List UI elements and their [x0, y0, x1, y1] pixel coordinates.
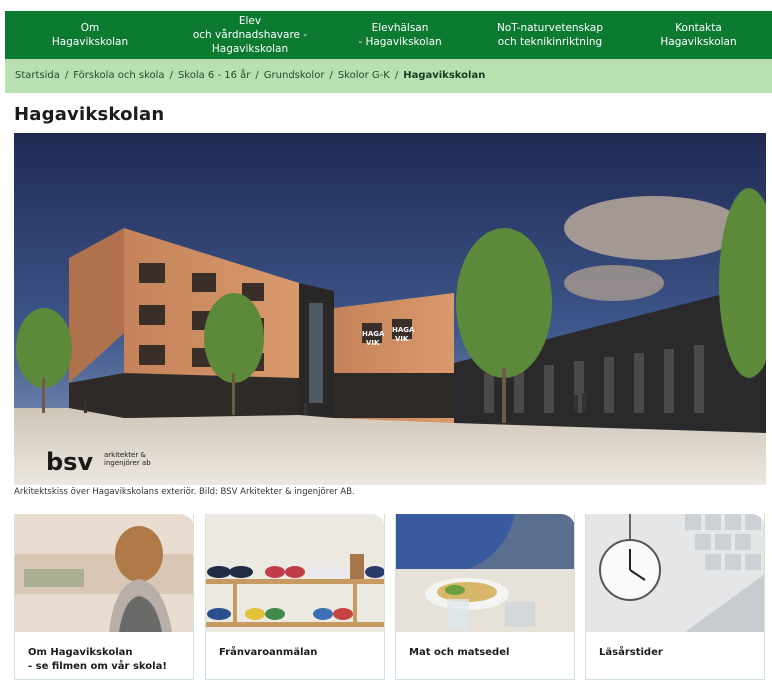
image-caption: Arkitektskiss över Hagavikskolans exteri…: [14, 487, 355, 497]
breadcrumb: Startsida / Förskola och skola / Skola 6 - 1…: [15, 70, 485, 81]
card-image-shoes: [205, 514, 385, 632]
breadcrumb-bar: Startsida / Förskola och skola / Skola 6 - 1…: [5, 59, 772, 93]
card-body: Läsårstider: [585, 632, 765, 680]
building-sign-vik: VIK: [366, 339, 380, 347]
page-title: Hagavikskolan: [14, 104, 165, 125]
card-image-meal: [395, 514, 575, 632]
card-om-hagavikskolan[interactable]: Om Hagavikskolan - se filmen om vår skol…: [14, 514, 194, 680]
breadcrumb-item-startsida[interactable]: Startsida: [15, 70, 60, 81]
card-title: Mat och matsedel: [409, 647, 510, 658]
breadcrumb-item-grundskolor[interactable]: Grundskolor: [264, 70, 325, 81]
main-navigation: Om Hagavikskolan Elev och vårdnadshavare…: [5, 11, 772, 59]
card-title: Om Hagavikskolan - se filmen om vår skol…: [28, 647, 167, 672]
nav-item-not-naturvetenskap[interactable]: NoT-naturvetenskap och teknikinriktning: [475, 11, 625, 59]
card-title: Läsårstider: [599, 647, 663, 658]
card-mat-och-matsedel[interactable]: Mat och matsedel: [395, 514, 575, 680]
breadcrumb-item-skolor-g-k[interactable]: Skolor G-K: [338, 70, 390, 81]
nav-item-kontakta[interactable]: Kontakta Hagavikskolan: [625, 11, 772, 59]
card-lasarstider[interactable]: Läsårstider: [585, 514, 765, 680]
building-sign-vik-2: VIK: [395, 335, 409, 343]
breadcrumb-separator: /: [255, 70, 259, 81]
bsv-logo-subtitle: arkitekter & ingenjörer ab: [104, 451, 151, 467]
breadcrumb-separator: /: [64, 70, 69, 81]
card-franvaroanmalan[interactable]: Frånvaroanmälan: [205, 514, 385, 680]
card-body: Om Hagavikskolan - se filmen om vår skol…: [14, 632, 194, 680]
card-body: Mat och matsedel: [395, 632, 575, 680]
nav-item-om-hagavikskolan[interactable]: Om Hagavikskolan: [5, 11, 175, 59]
breadcrumb-separator: /: [329, 70, 333, 81]
breadcrumb-separator: /: [394, 70, 399, 81]
bsv-logo: bsv: [46, 448, 93, 476]
nav-item-elevhalsan[interactable]: Elevhälsan - Hagavikskolan: [325, 11, 475, 59]
card-body: Frånvaroanmälan: [205, 632, 385, 680]
building-sign-haga-2: HAGA: [392, 326, 415, 334]
card-image-clock: [585, 514, 765, 632]
breadcrumb-item-forskola-och-skola[interactable]: Förskola och skola: [73, 70, 164, 81]
breadcrumb-item-skola-6-16[interactable]: Skola 6 - 16 år: [178, 70, 250, 81]
breadcrumb-separator: /: [169, 70, 173, 81]
card-title: Frånvaroanmälan: [219, 647, 318, 658]
nav-item-elev-och-vardnadshavare[interactable]: Elev och vårdnadshavare - Hagavikskolan: [175, 11, 325, 59]
breadcrumb-current: Hagavikskolan: [403, 70, 486, 81]
card-image-student: [14, 514, 194, 632]
hero-image: HAGA VIK HAGA VIK bsv arkitekter & ingen…: [14, 133, 766, 485]
building-sign-haga: HAGA: [362, 330, 385, 338]
